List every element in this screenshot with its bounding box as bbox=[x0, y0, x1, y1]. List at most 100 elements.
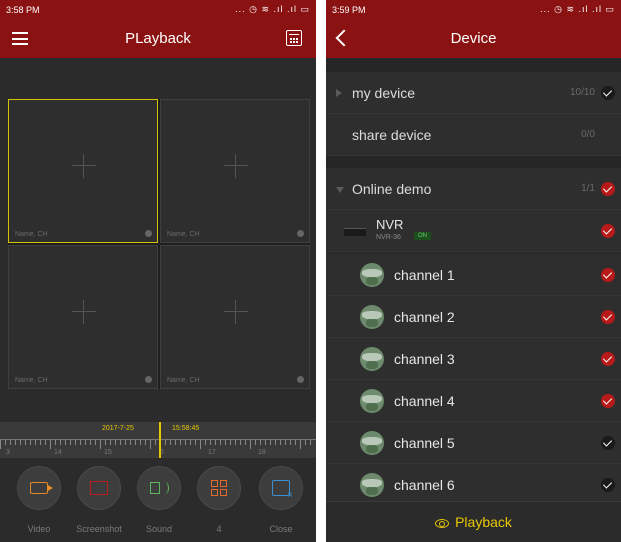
timeline-tick bbox=[205, 440, 206, 445]
timeline-ruler[interactable] bbox=[0, 439, 316, 451]
status-time: 3:58 PM bbox=[6, 5, 40, 15]
add-channel-icon[interactable] bbox=[72, 154, 96, 178]
timeline-tick bbox=[45, 440, 46, 445]
timeline-tick bbox=[140, 440, 141, 445]
timeline-tick bbox=[255, 440, 256, 445]
timeline-tick bbox=[170, 440, 171, 445]
calendar-icon[interactable] bbox=[286, 30, 302, 46]
checkmark-icon[interactable] bbox=[601, 436, 615, 450]
timeline-tick bbox=[60, 440, 61, 445]
timeline-tick bbox=[85, 440, 86, 445]
cell-name: Name, CH bbox=[15, 377, 48, 384]
playback-button[interactable]: Playback bbox=[326, 501, 621, 542]
group-label: share device bbox=[352, 127, 432, 143]
playback-label: Playback bbox=[455, 514, 512, 530]
channel-row[interactable]: channel 2 bbox=[326, 296, 621, 338]
camera-thumbnail bbox=[360, 347, 384, 371]
status-dot-icon bbox=[297, 376, 304, 383]
timeline-date: 2017-7-25 bbox=[102, 425, 134, 432]
group-count: 1/1 bbox=[581, 183, 595, 194]
timeline-tick bbox=[280, 440, 281, 445]
timeline-tick bbox=[130, 440, 131, 445]
video-cell[interactable]: Name, CH bbox=[160, 99, 310, 243]
group-my-device[interactable]: my device 10/10 bbox=[326, 72, 621, 114]
timeline-hour-label: 3 bbox=[6, 449, 10, 456]
app-bar: PLayback bbox=[0, 20, 316, 58]
channel-row[interactable]: channel 4 bbox=[326, 380, 621, 422]
video-cell[interactable]: Name, CH bbox=[8, 99, 158, 243]
status-dot-icon bbox=[297, 230, 304, 237]
timeline-tick bbox=[240, 440, 241, 445]
status-bar: 3:58 PM ... ◷ ≋ .ıl .ıl ▭ bbox=[0, 0, 316, 20]
expand-arrow-icon[interactable] bbox=[336, 89, 342, 97]
timeline-tick bbox=[165, 440, 166, 445]
timeline-tick bbox=[105, 440, 106, 445]
nvr-icon bbox=[344, 228, 366, 236]
timeline-tick bbox=[10, 440, 11, 445]
channel-row[interactable]: channel 6 bbox=[326, 464, 621, 506]
group-share-device[interactable]: share device 0/0 bbox=[326, 114, 621, 156]
video-grid: Name, CH Name, CH Name, CH Name, CH bbox=[8, 99, 310, 389]
playback-screen: 3:58 PM ... ◷ ≋ .ıl .ıl ▭ PLayback Name,… bbox=[0, 0, 316, 542]
app-bar: Device bbox=[326, 20, 621, 58]
checkmark-icon[interactable] bbox=[601, 352, 615, 366]
cell-name: Name, CH bbox=[15, 231, 48, 238]
timeline-tick bbox=[70, 440, 71, 445]
timeline-tick bbox=[285, 440, 286, 445]
timeline-hour-label: 6 bbox=[160, 449, 164, 456]
checkmark-icon[interactable] bbox=[601, 310, 615, 324]
channel-label: channel 5 bbox=[394, 435, 455, 451]
channel-row[interactable]: channel 3 bbox=[326, 338, 621, 380]
timeline-tick bbox=[25, 440, 26, 445]
checkmark-icon[interactable] bbox=[601, 268, 615, 282]
timeline-tick bbox=[270, 440, 271, 445]
timeline-hour-label: 17 bbox=[208, 449, 216, 456]
timeline-tick bbox=[120, 440, 121, 445]
timeline-tick bbox=[50, 440, 51, 449]
channel-label: channel 3 bbox=[394, 351, 455, 367]
timeline-tick bbox=[155, 440, 156, 445]
collapse-arrow-icon[interactable] bbox=[336, 187, 344, 193]
timeline-tick bbox=[305, 440, 306, 445]
group-label: Online demo bbox=[352, 181, 432, 197]
speaker-icon bbox=[150, 482, 160, 494]
timeline[interactable]: 2017-7-25 15:58:45 3 14 15 6 17 18 bbox=[0, 422, 316, 458]
camera-thumbnail bbox=[360, 389, 384, 413]
timeline-cursor[interactable] bbox=[159, 422, 161, 458]
add-channel-icon[interactable] bbox=[72, 300, 96, 324]
timeline-tick bbox=[215, 440, 216, 445]
checkmark-icon[interactable] bbox=[601, 394, 615, 408]
video-cell[interactable]: Name, CH bbox=[160, 245, 310, 389]
checkmark-icon[interactable] bbox=[601, 224, 615, 238]
device-screen: 3:59 PM ... ◷ ≋ .ıl .ıl ▭ Device my devi… bbox=[326, 0, 621, 542]
checkmark-icon[interactable] bbox=[601, 86, 615, 100]
camera-thumbnail bbox=[360, 305, 384, 329]
split-button[interactable]: 4 bbox=[194, 466, 244, 534]
screenshot-button[interactable]: Screenshot bbox=[74, 466, 124, 534]
timeline-tick bbox=[40, 440, 41, 445]
checkmark-icon[interactable] bbox=[601, 182, 615, 196]
video-cell[interactable]: Name, CH bbox=[8, 245, 158, 389]
screenshot-label: Screenshot bbox=[76, 524, 122, 534]
timeline-tick bbox=[185, 440, 186, 445]
control-bar: Video Screenshot Sound 4 Close bbox=[0, 458, 316, 542]
channel-row[interactable]: channel 1 bbox=[326, 254, 621, 296]
channel-row[interactable]: channel 5 bbox=[326, 422, 621, 464]
close-button[interactable]: Close bbox=[256, 466, 306, 534]
page-title: PLayback bbox=[125, 30, 191, 47]
add-channel-icon[interactable] bbox=[224, 300, 248, 324]
add-channel-icon[interactable] bbox=[224, 154, 248, 178]
timeline-tick bbox=[310, 440, 311, 445]
timeline-tick bbox=[20, 440, 21, 445]
timeline-tick bbox=[190, 440, 191, 445]
checkmark-icon[interactable] bbox=[601, 478, 615, 492]
screenshot-icon bbox=[90, 481, 108, 495]
channel-label: channel 2 bbox=[394, 309, 455, 325]
timeline-tick bbox=[35, 440, 36, 445]
status-icons: ... ◷ ≋ .ıl .ıl ▭ bbox=[540, 4, 615, 14]
sound-button[interactable]: Sound bbox=[134, 466, 184, 534]
close-icon bbox=[272, 480, 293, 501]
group-online-demo[interactable]: Online demo 1/1 bbox=[326, 168, 621, 210]
nvr-device-row[interactable]: NVR NVR-36 ON bbox=[326, 210, 621, 252]
video-button[interactable]: Video bbox=[14, 466, 64, 534]
